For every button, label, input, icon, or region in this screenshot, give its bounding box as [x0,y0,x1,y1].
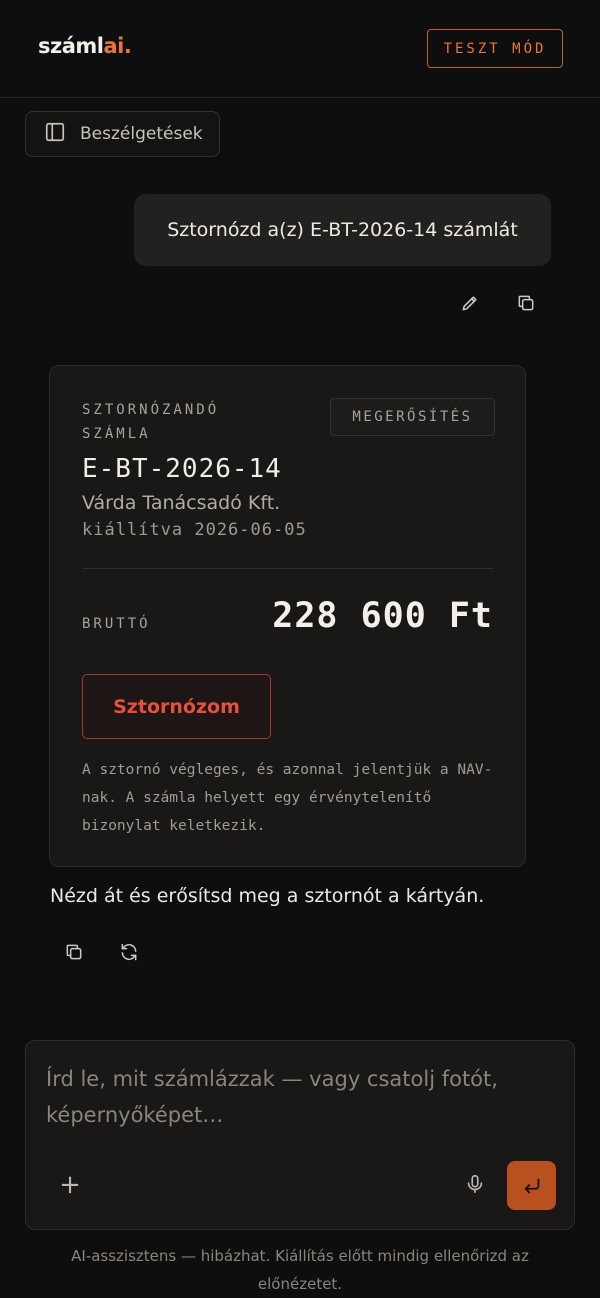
regenerate-icon[interactable] [117,940,141,964]
gross-amount: 228 600 Ft [272,596,493,636]
edit-icon[interactable] [458,291,482,315]
copy-icon[interactable] [62,940,86,964]
logo-text: száml [38,34,104,58]
message-composer: Írd le, mit számlázzak — vagy csatolj fo… [25,1040,575,1230]
enter-icon [524,1178,539,1193]
logo-accent: ai. [103,34,132,58]
conversations-button[interactable]: Beszélgetések [25,111,220,157]
issue-date: kiállítva 2026-06-05 [82,520,307,540]
plus-icon[interactable]: + [58,1170,82,1200]
storno-note: A sztornó végleges, és azonnal jelentjük… [82,762,493,834]
assistant-message-text: Nézd át és erősítsd meg a sztornót a kár… [50,885,485,907]
ai-disclaimer: AI-asszisztens — hibázhat. Kiállítás elő… [71,1247,529,1293]
user-message-bubble: Sztornózd a(z) E-BT-2026-14 számlát [134,194,551,266]
app-header: számlai. TESZT MÓD [0,0,600,98]
user-message-text: Sztornózd a(z) E-BT-2026-14 számlát [167,219,518,241]
app-logo[interactable]: számlai. [38,34,132,58]
confirmation-tag: MEGERŐSÍTÉS [330,398,495,436]
invoice-number: E-BT-2026-14 [82,454,282,484]
card-kicker: SZTORNÓZANDÓ SZÁMLA [82,402,220,442]
sidebar-panel-icon [44,121,66,148]
invoice-storno-card: SZTORNÓZANDÓ SZÁMLA MEGERŐSÍTÉS E-BT-202… [49,365,526,867]
test-mode-badge[interactable]: TESZT MÓD [427,29,563,68]
conversations-label: Beszélgetések [80,124,203,144]
company-name: Várda Tanácsadó Kft. [82,492,281,514]
send-button[interactable] [507,1161,556,1210]
microphone-icon[interactable] [464,1173,488,1197]
copy-icon[interactable] [514,291,538,315]
card-divider [82,568,494,569]
gross-label: BRUTTÓ [82,616,151,632]
storno-button[interactable]: Sztornózom [82,674,271,739]
message-input[interactable]: Írd le, mit számlázzak — vagy csatolj fo… [46,1061,556,1141]
